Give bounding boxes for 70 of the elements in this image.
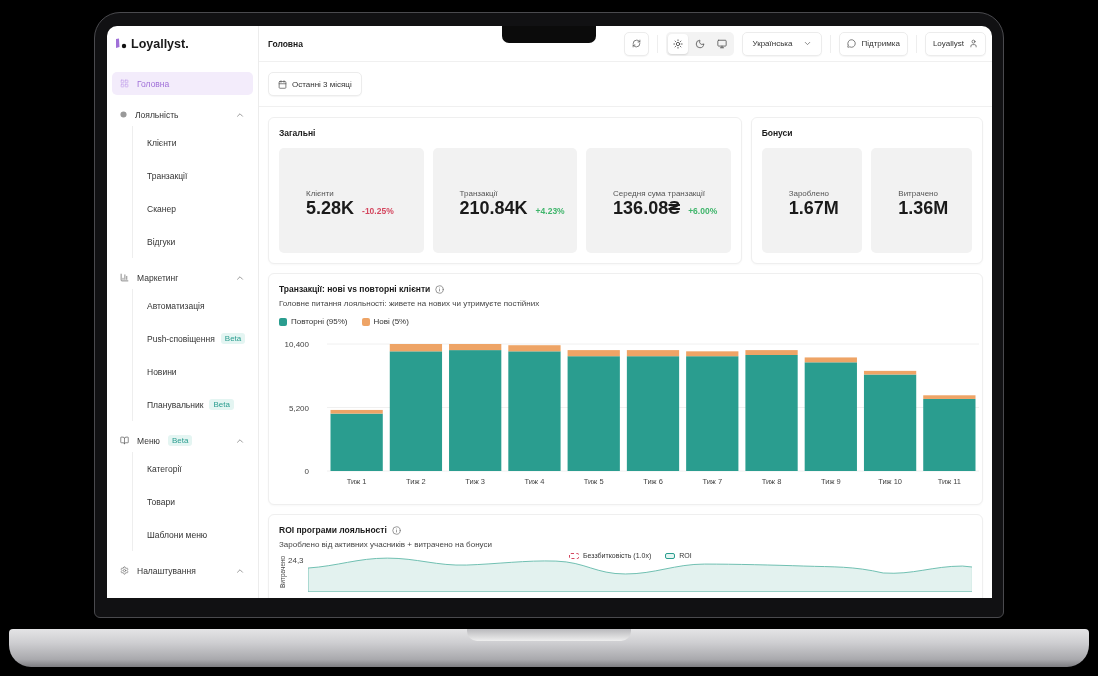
stat-label: Транзакції [459, 188, 499, 198]
tick-label: 10,400 [284, 340, 309, 349]
legend-swatch [665, 552, 676, 559]
stat-value: 5.28K [306, 197, 355, 219]
sidebar-item[interactable]: Налаштування [112, 559, 253, 582]
legend-swatch [279, 317, 287, 326]
refresh-button[interactable] [624, 31, 650, 56]
beta-badge: Beta [220, 333, 246, 344]
theme-option[interactable] [668, 33, 689, 54]
stat-label: Середня сума транзакції [613, 188, 706, 198]
sidebar-item[interactable]: Маркетинг [112, 266, 253, 289]
stat-value: 210.84K [459, 197, 528, 219]
calendar-icon [278, 79, 287, 89]
sidebar-item[interactable]: Меню Beta [112, 429, 253, 452]
sidebar-subitem[interactable]: Товари [133, 485, 253, 518]
logo-text: Loyallyst. [131, 37, 189, 51]
logo-icon [115, 38, 127, 50]
stat-label: Витрачено [898, 188, 939, 198]
settings-icon [120, 566, 129, 575]
sidebar-subitem[interactable]: Транзакції [133, 159, 253, 192]
support-button[interactable]: Підтримка [839, 31, 908, 56]
beta-badge: Beta [168, 435, 193, 446]
card-title: Бонуси [761, 128, 793, 138]
info-icon[interactable] [435, 284, 445, 294]
user-button[interactable]: Loyallyst [924, 31, 986, 56]
chart-title: Транзакції: нові vs повторні клієнти [279, 284, 431, 294]
tick-label: 24,3 [288, 556, 304, 566]
sun-icon [673, 38, 684, 49]
chart-title: ROI програми лояльності [279, 525, 387, 535]
legend-label: Повторні (95%) [291, 317, 348, 326]
sidebar-subitem[interactable]: Шаблони меню [133, 518, 253, 551]
sidebar-subitem[interactable]: Відгуки [133, 225, 253, 258]
sidebar-subitem[interactable]: Клієнти [133, 126, 253, 159]
sidebar-subitem[interactable]: Сканер [133, 192, 253, 225]
stat-change: +6.00% [688, 205, 718, 216]
book-icon [120, 436, 129, 445]
stat-label: Клієнти [306, 188, 335, 198]
card-title: Загальні [279, 128, 316, 138]
date-range-button[interactable]: Останні 3 місяці [268, 72, 362, 96]
legend-label: Нові (5%) [373, 317, 409, 326]
chevron-down-icon [803, 39, 813, 48]
beta-badge: Beta [209, 399, 234, 410]
bar-chart-icon [120, 273, 129, 282]
sidebar-item[interactable]: Лояльність [112, 103, 253, 126]
sidebar-subitem[interactable]: Новини [133, 355, 253, 388]
dot-icon [120, 111, 127, 118]
stat-change: -10.25% [362, 205, 394, 216]
stat-value: 1.67M [788, 197, 839, 219]
user-icon [969, 39, 978, 48]
page-title: Головна [268, 38, 303, 49]
sidebar-subitem[interactable]: Планувальник Beta [133, 388, 253, 421]
chat-icon [847, 39, 857, 48]
grid-icon [120, 79, 129, 88]
info-icon[interactable] [391, 525, 401, 535]
sidebar-subitem[interactable]: Категорії [133, 452, 253, 485]
tick-label: 0 [304, 467, 309, 476]
stat-value: 136.08₴ [613, 197, 681, 219]
stat-value: 1.36M [898, 197, 949, 219]
chart-subtitle: Головне питання лояльності: живете на нових чи утримуєте постійних [279, 299, 541, 308]
chart-subtitle: Зароблено від активних учасників + витрачено на бонуси [279, 540, 493, 549]
sidebar-subitem[interactable]: Push-сповіщення Beta [133, 322, 253, 355]
sidebar-subitem[interactable]: Автоматизація [133, 289, 253, 322]
moon-icon [695, 38, 706, 49]
stat-change: +4.23% [535, 205, 565, 216]
tick-label: 5,200 [288, 403, 309, 413]
stat-label: Зароблено [788, 188, 831, 198]
refresh-icon [632, 39, 642, 48]
monitor-icon [717, 38, 728, 49]
language-dropdown[interactable]: Українська [742, 31, 823, 56]
legend-swatch [361, 317, 370, 326]
